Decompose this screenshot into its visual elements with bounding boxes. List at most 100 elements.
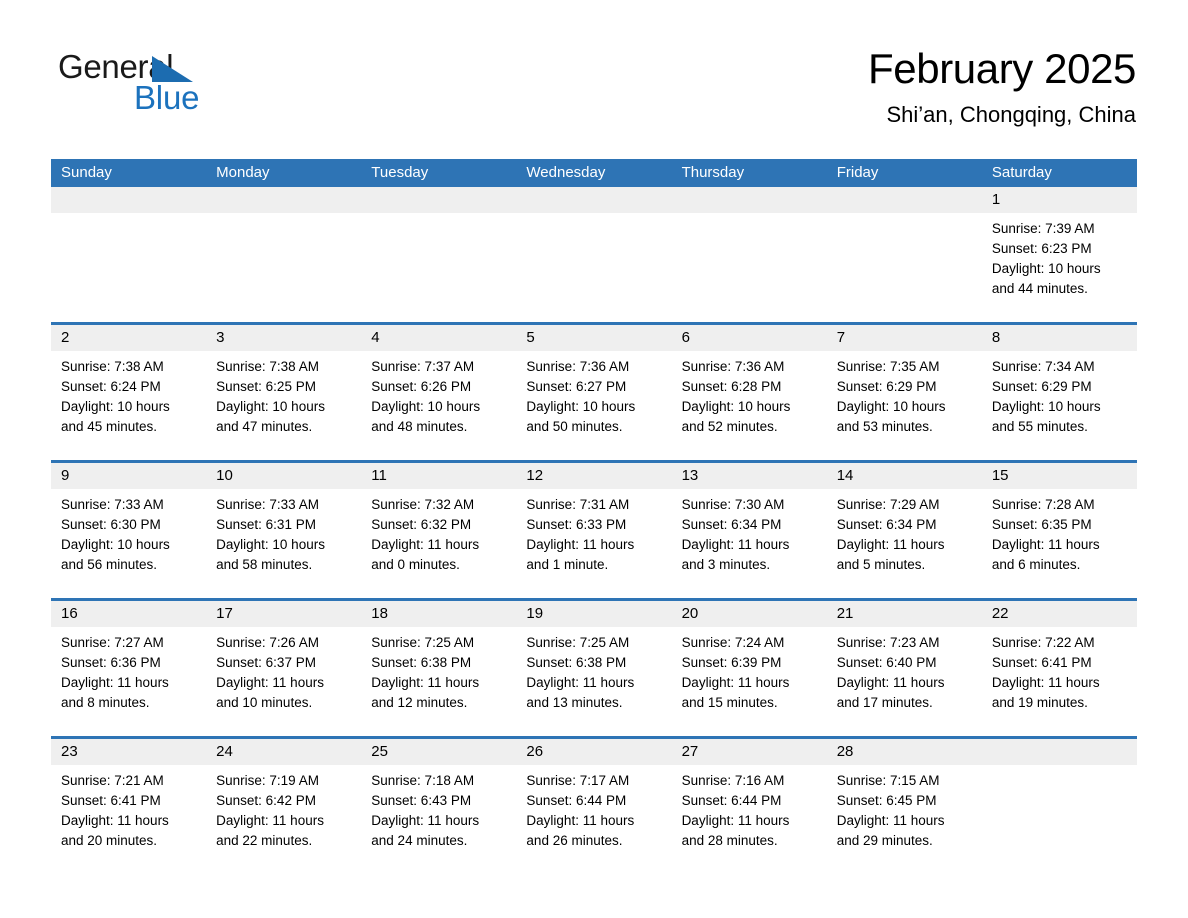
calendar-day-cell[interactable]: 5 Sunrise: 7:36 AM Sunset: 6:27 PM Daylight… bbox=[516, 325, 672, 460]
day-details: Sunrise: 7:19 AM Sunset: 6:42 PM Daylight:… bbox=[206, 765, 361, 851]
day-number: 9 bbox=[51, 463, 207, 489]
calendar-body: 1 Sunrise: 7:39 AM Sunset: 6:23 PM Daylight… bbox=[51, 187, 1137, 874]
sunset-text: Sunset: 6:41 PM bbox=[991, 655, 1092, 670]
sunrise-text: Sunrise: 7:32 AM bbox=[371, 497, 475, 512]
day-details: Sunrise: 7:15 AM Sunset: 6:45 PM Daylight:… bbox=[827, 765, 982, 851]
calendar-day-cell[interactable]: 14 Sunrise: 7:29 AM Sunset: 6:34 PM Dayligh… bbox=[826, 463, 982, 598]
calendar-day-cell[interactable]: 9 Sunrise: 7:33 AM Sunset: 6:30 PM Daylight… bbox=[51, 463, 207, 598]
daylight-text: Daylight: 10 hours bbox=[526, 399, 636, 414]
calendar-day-cell[interactable]: 16 Sunrise: 7:27 AM Sunset: 6:36 PM Dayligh… bbox=[51, 601, 207, 736]
sunrise-text: Sunrise: 7:36 AM bbox=[526, 359, 630, 374]
day-details: Sunrise: 7:24 AM Sunset: 6:39 PM Daylight:… bbox=[672, 627, 827, 713]
calendar-empty-cell bbox=[516, 187, 672, 322]
sunset-text: Sunset: 6:26 PM bbox=[371, 379, 472, 394]
calendar-day-cell[interactable]: 28 Sunrise: 7:15 AM Sunset: 6:45 PM Dayligh… bbox=[826, 739, 982, 874]
daylight-text: and 5 minutes. bbox=[836, 557, 926, 572]
calendar-day-cell[interactable]: 7 Sunrise: 7:35 AM Sunset: 6:29 PM Daylight… bbox=[826, 325, 982, 460]
page-title: February 2025 bbox=[868, 45, 1136, 92]
daylight-text: Daylight: 10 hours bbox=[61, 537, 170, 552]
calendar-day-cell[interactable]: 23 Sunrise: 7:21 AM Sunset: 6:41 PM Dayligh… bbox=[51, 739, 207, 874]
sunrise-text: Sunrise: 7:18 AM bbox=[371, 773, 475, 788]
sunset-text: Sunset: 6:31 PM bbox=[216, 517, 316, 532]
sunset-text: Sunset: 6:44 PM bbox=[681, 793, 782, 808]
sunrise-text: Sunrise: 7:15 AM bbox=[836, 773, 940, 788]
calendar-day-cell[interactable]: 18 Sunrise: 7:25 AM Sunset: 6:38 PM Dayligh… bbox=[361, 601, 517, 736]
calendar-day-cell[interactable]: 22 Sunrise: 7:22 AM Sunset: 6:41 PM Dayligh… bbox=[981, 601, 1137, 736]
day-number bbox=[206, 187, 362, 213]
daylight-text: and 26 minutes. bbox=[526, 833, 623, 848]
daylight-text: Daylight: 11 hours bbox=[526, 813, 635, 828]
day-details: Sunrise: 7:25 AM Sunset: 6:38 PM Daylight:… bbox=[516, 627, 671, 713]
daylight-text: and 52 minutes. bbox=[681, 419, 778, 434]
sunrise-text: Sunrise: 7:33 AM bbox=[61, 497, 164, 512]
calendar-day-cell[interactable]: 2 Sunrise: 7:38 AM Sunset: 6:24 PM Daylight… bbox=[51, 325, 207, 460]
calendar-day-cell[interactable]: 6 Sunrise: 7:36 AM Sunset: 6:28 PM Daylight… bbox=[671, 325, 827, 460]
day-number: 4 bbox=[361, 325, 517, 351]
daylight-text: and 20 minutes. bbox=[61, 833, 158, 848]
daylight-text: Daylight: 11 hours bbox=[371, 813, 480, 828]
daylight-text: Daylight: 11 hours bbox=[61, 675, 169, 690]
calendar-day-cell[interactable]: 25 Sunrise: 7:18 AM Sunset: 6:43 PM Dayligh… bbox=[361, 739, 517, 874]
calendar-week-row: 23 Sunrise: 7:21 AM Sunset: 6:41 PM Dayligh… bbox=[51, 739, 1137, 874]
calendar-empty-cell bbox=[206, 187, 362, 322]
calendar-day-cell[interactable]: 8 Sunrise: 7:34 AM Sunset: 6:29 PM Daylight… bbox=[981, 325, 1137, 460]
daylight-text: and 15 minutes. bbox=[681, 695, 778, 710]
sunrise-text: Sunrise: 7:25 AM bbox=[371, 635, 475, 650]
day-number: 16 bbox=[51, 601, 207, 627]
day-number: 10 bbox=[206, 463, 362, 489]
daylight-text: Daylight: 11 hours bbox=[681, 675, 790, 690]
sunset-text: Sunset: 6:27 PM bbox=[526, 379, 627, 394]
daylight-text: and 58 minutes. bbox=[216, 557, 313, 572]
sunset-text: Sunset: 6:30 PM bbox=[61, 517, 161, 532]
calendar-day-cell[interactable]: 26 Sunrise: 7:17 AM Sunset: 6:44 PM Dayligh… bbox=[516, 739, 672, 874]
day-number: 8 bbox=[981, 325, 1137, 351]
calendar-day-cell[interactable]: 13 Sunrise: 7:30 AM Sunset: 6:34 PM Dayligh… bbox=[671, 463, 827, 598]
calendar-week-row: 16 Sunrise: 7:27 AM Sunset: 6:36 PM Dayligh… bbox=[51, 601, 1137, 736]
weekday-header-wednesday: Wednesday bbox=[516, 159, 672, 187]
day-number: 5 bbox=[516, 325, 672, 351]
day-details: Sunrise: 7:39 AM Sunset: 6:23 PM Daylight:… bbox=[982, 213, 1137, 299]
day-details: Sunrise: 7:29 AM Sunset: 6:34 PM Daylight:… bbox=[827, 489, 982, 575]
sunrise-text: Sunrise: 7:39 AM bbox=[991, 221, 1095, 236]
logo-text-blue: Blue bbox=[134, 79, 200, 116]
daylight-text: Daylight: 10 hours bbox=[681, 399, 791, 414]
calendar-day-cell[interactable]: 17 Sunrise: 7:26 AM Sunset: 6:37 PM Dayligh… bbox=[206, 601, 362, 736]
calendar-day-cell[interactable]: 12 Sunrise: 7:31 AM Sunset: 6:33 PM Dayligh… bbox=[516, 463, 672, 598]
daylight-text: and 47 minutes. bbox=[216, 419, 313, 434]
sunset-text: Sunset: 6:42 PM bbox=[216, 793, 316, 808]
day-number bbox=[51, 187, 207, 213]
calendar-day-cell[interactable]: 11 Sunrise: 7:32 AM Sunset: 6:32 PM Dayligh… bbox=[361, 463, 517, 598]
weekday-header-monday: Monday bbox=[206, 159, 362, 187]
daylight-text: Daylight: 11 hours bbox=[526, 537, 635, 552]
sunset-text: Sunset: 6:24 PM bbox=[61, 379, 161, 394]
daylight-text: Daylight: 11 hours bbox=[681, 813, 790, 828]
sunset-text: Sunset: 6:43 PM bbox=[371, 793, 472, 808]
day-details: Sunrise: 7:37 AM Sunset: 6:26 PM Daylight:… bbox=[361, 351, 516, 437]
calendar-day-cell[interactable]: 20 Sunrise: 7:24 AM Sunset: 6:39 PM Dayligh… bbox=[671, 601, 827, 736]
sunset-text: Sunset: 6:44 PM bbox=[526, 793, 627, 808]
day-details: Sunrise: 7:38 AM Sunset: 6:25 PM Daylight:… bbox=[206, 351, 361, 437]
calendar-day-cell[interactable]: 1 Sunrise: 7:39 AM Sunset: 6:23 PM Daylight… bbox=[981, 187, 1137, 322]
day-details: Sunrise: 7:34 AM Sunset: 6:29 PM Daylight:… bbox=[982, 351, 1137, 437]
day-number: 23 bbox=[51, 739, 207, 765]
sunrise-text: Sunrise: 7:27 AM bbox=[61, 635, 164, 650]
calendar-day-cell[interactable]: 15 Sunrise: 7:28 AM Sunset: 6:35 PM Dayligh… bbox=[981, 463, 1137, 598]
sunset-text: Sunset: 6:40 PM bbox=[836, 655, 937, 670]
calendar-day-cell[interactable]: 27 Sunrise: 7:16 AM Sunset: 6:44 PM Dayligh… bbox=[671, 739, 827, 874]
day-number: 1 bbox=[981, 187, 1137, 213]
calendar-day-cell[interactable]: 3 Sunrise: 7:38 AM Sunset: 6:25 PM Daylight… bbox=[206, 325, 362, 460]
day-number: 20 bbox=[671, 601, 827, 627]
sunrise-text: Sunrise: 7:25 AM bbox=[526, 635, 630, 650]
daylight-text: and 55 minutes. bbox=[991, 419, 1088, 434]
day-number bbox=[826, 187, 982, 213]
calendar-day-cell[interactable]: 19 Sunrise: 7:25 AM Sunset: 6:38 PM Dayligh… bbox=[516, 601, 672, 736]
calendar-day-cell[interactable]: 4 Sunrise: 7:37 AM Sunset: 6:26 PM Daylight… bbox=[361, 325, 517, 460]
daylight-text: and 53 minutes. bbox=[836, 419, 933, 434]
daylight-text: Daylight: 11 hours bbox=[371, 675, 480, 690]
day-details: Sunrise: 7:33 AM Sunset: 6:31 PM Daylight:… bbox=[206, 489, 361, 575]
calendar-day-cell[interactable]: 10 Sunrise: 7:33 AM Sunset: 6:31 PM Dayligh… bbox=[206, 463, 362, 598]
calendar-day-cell[interactable]: 21 Sunrise: 7:23 AM Sunset: 6:40 PM Dayligh… bbox=[826, 601, 982, 736]
calendar-day-cell[interactable]: 24 Sunrise: 7:19 AM Sunset: 6:42 PM Dayligh… bbox=[206, 739, 362, 874]
sunrise-text: Sunrise: 7:31 AM bbox=[526, 497, 630, 512]
daylight-text: Daylight: 11 hours bbox=[836, 813, 945, 828]
